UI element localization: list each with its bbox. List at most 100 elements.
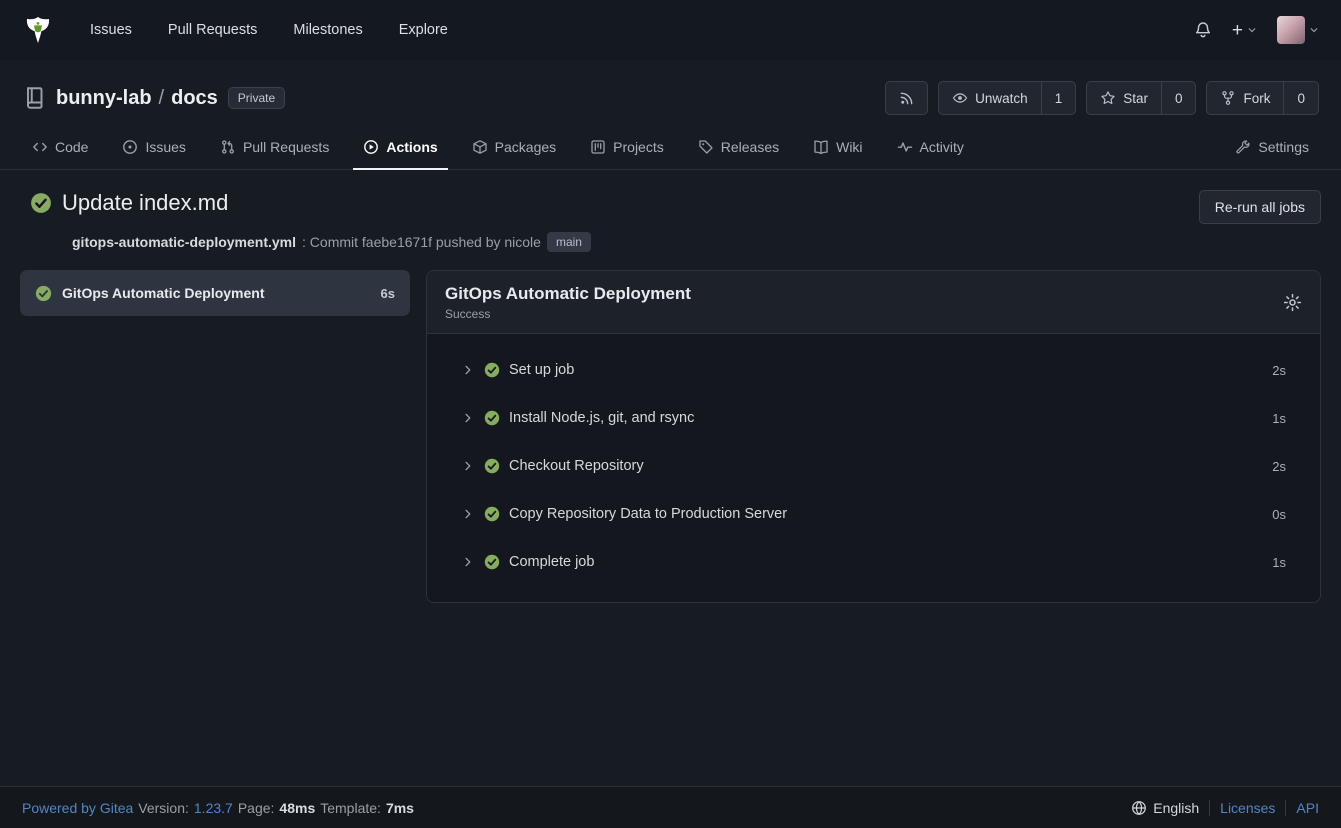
step-row[interactable]: Copy Repository Data to Production Serve…	[427, 490, 1320, 538]
navbar-right: +	[1194, 16, 1319, 44]
version-link[interactable]: 1.23.7	[194, 800, 233, 816]
tab-label: Pull Requests	[243, 139, 329, 155]
star-count[interactable]: 0	[1161, 82, 1196, 114]
success-check-icon	[30, 192, 52, 214]
repo-owner-link[interactable]: bunny-lab	[56, 87, 152, 110]
user-menu-button[interactable]	[1277, 16, 1319, 44]
repo-name-link[interactable]: docs	[171, 87, 218, 110]
chevron-right-icon[interactable]	[461, 507, 475, 521]
top-navbar: Issues Pull Requests Milestones Explore …	[0, 0, 1341, 60]
footer-right: English Licenses API	[1131, 800, 1319, 816]
tab-settings[interactable]: Settings	[1225, 128, 1319, 170]
tab-pull-requests[interactable]: Pull Requests	[210, 128, 339, 170]
avatar	[1277, 16, 1305, 44]
unwatch-button[interactable]: Unwatch	[939, 82, 1041, 114]
tab-label: Activity	[920, 139, 964, 155]
pull-request-icon	[220, 139, 236, 155]
template-time: 7ms	[386, 800, 414, 816]
step-name: Copy Repository Data to Production Serve…	[509, 506, 1263, 522]
nav-item-pull-requests[interactable]: Pull Requests	[168, 22, 257, 38]
rerun-all-jobs-button[interactable]: Re-run all jobs	[1199, 190, 1321, 224]
tab-label: Releases	[721, 139, 779, 155]
fork-button-group: Fork 0	[1206, 81, 1319, 115]
chevron-right-icon[interactable]	[461, 363, 475, 377]
notifications-button[interactable]	[1194, 21, 1212, 39]
breadcrumb: bunny-lab / docs	[56, 87, 218, 110]
gear-icon	[1283, 293, 1302, 312]
step-row[interactable]: Complete job 1s	[427, 538, 1320, 586]
template-label: Template:	[320, 800, 381, 816]
job-panel-title: GitOps Automatic Deployment	[445, 284, 691, 304]
tab-activity[interactable]: Activity	[887, 128, 974, 170]
code-icon	[32, 139, 48, 155]
powered-by-gitea-link[interactable]: Powered by Gitea	[22, 800, 133, 816]
repo-action-buttons: Unwatch 1 Star 0 Fork	[885, 81, 1319, 115]
tab-projects[interactable]: Projects	[580, 128, 674, 170]
success-check-icon	[484, 506, 500, 522]
job-options-button[interactable]	[1283, 293, 1302, 312]
step-duration: 1s	[1272, 411, 1286, 426]
step-list: Set up job 2s Install Node.js, git, and …	[427, 334, 1320, 602]
actions-run-page: Update index.md Re-run all jobs gitops-a…	[0, 170, 1341, 786]
job-detail-panel: GitOps Automatic Deployment Success	[426, 270, 1321, 603]
step-name: Complete job	[509, 554, 1263, 570]
success-check-icon	[484, 410, 500, 426]
nav-item-milestones[interactable]: Milestones	[293, 22, 362, 38]
page-footer: Powered by Gitea Version: 1.23.7 Page: 4…	[0, 786, 1341, 828]
step-row[interactable]: Set up job 2s	[427, 346, 1320, 394]
star-button-group: Star 0	[1086, 81, 1196, 115]
tab-issues[interactable]: Issues	[112, 128, 195, 170]
tab-releases[interactable]: Releases	[688, 128, 789, 170]
tab-wiki[interactable]: Wiki	[803, 128, 872, 170]
tab-code[interactable]: Code	[22, 128, 98, 170]
private-badge: Private	[228, 87, 285, 109]
star-button[interactable]: Star	[1087, 82, 1161, 114]
tab-label: Wiki	[836, 139, 862, 155]
tab-packages[interactable]: Packages	[462, 128, 566, 170]
play-circle-icon	[363, 139, 379, 155]
star-label: Star	[1123, 91, 1148, 106]
chevron-right-icon[interactable]	[461, 459, 475, 473]
nav-item-explore[interactable]: Explore	[399, 22, 448, 38]
step-duration: 2s	[1272, 459, 1286, 474]
plus-icon: +	[1232, 21, 1243, 40]
success-check-icon	[484, 554, 500, 570]
nav-item-issues[interactable]: Issues	[90, 22, 132, 38]
job-status-text: Success	[445, 307, 691, 321]
eye-icon	[952, 90, 968, 106]
bell-icon	[1194, 21, 1212, 39]
branch-badge[interactable]: main	[547, 232, 591, 252]
footer-divider	[1285, 800, 1286, 816]
chevron-right-icon[interactable]	[461, 411, 475, 425]
licenses-link[interactable]: Licenses	[1220, 800, 1275, 816]
gitea-logo[interactable]	[22, 14, 54, 46]
job-list-item[interactable]: GitOps Automatic Deployment 6s	[20, 270, 410, 316]
step-name: Checkout Repository	[509, 458, 1263, 474]
job-duration: 6s	[381, 286, 395, 301]
chevron-right-icon[interactable]	[461, 555, 475, 569]
repo-header: bunny-lab / docs Private Unwatch	[0, 60, 1341, 170]
fork-button[interactable]: Fork	[1207, 82, 1283, 114]
success-check-icon	[484, 362, 500, 378]
create-new-button[interactable]: +	[1232, 21, 1257, 40]
workflow-file-link[interactable]: gitops-automatic-deployment.yml	[72, 234, 296, 250]
run-subtitle: gitops-automatic-deployment.yml: Commit …	[72, 232, 1321, 252]
run-title: Update index.md	[62, 190, 228, 216]
success-check-icon	[35, 285, 52, 302]
rss-button[interactable]	[886, 82, 927, 114]
watch-count[interactable]: 1	[1041, 82, 1076, 114]
step-duration: 2s	[1272, 363, 1286, 378]
globe-icon	[1131, 800, 1147, 816]
language-label: English	[1153, 800, 1199, 816]
chevron-down-icon	[1309, 25, 1319, 35]
tab-label: Issues	[145, 139, 185, 155]
api-link[interactable]: API	[1296, 800, 1319, 816]
tab-label: Code	[55, 139, 88, 155]
tab-actions[interactable]: Actions	[353, 128, 447, 170]
fork-count[interactable]: 0	[1283, 82, 1318, 114]
step-row[interactable]: Install Node.js, git, and rsync 1s	[427, 394, 1320, 442]
issue-circle-icon	[122, 139, 138, 155]
navbar-left: Issues Pull Requests Milestones Explore	[22, 14, 448, 46]
language-selector[interactable]: English	[1131, 800, 1199, 816]
step-row[interactable]: Checkout Repository 2s	[427, 442, 1320, 490]
